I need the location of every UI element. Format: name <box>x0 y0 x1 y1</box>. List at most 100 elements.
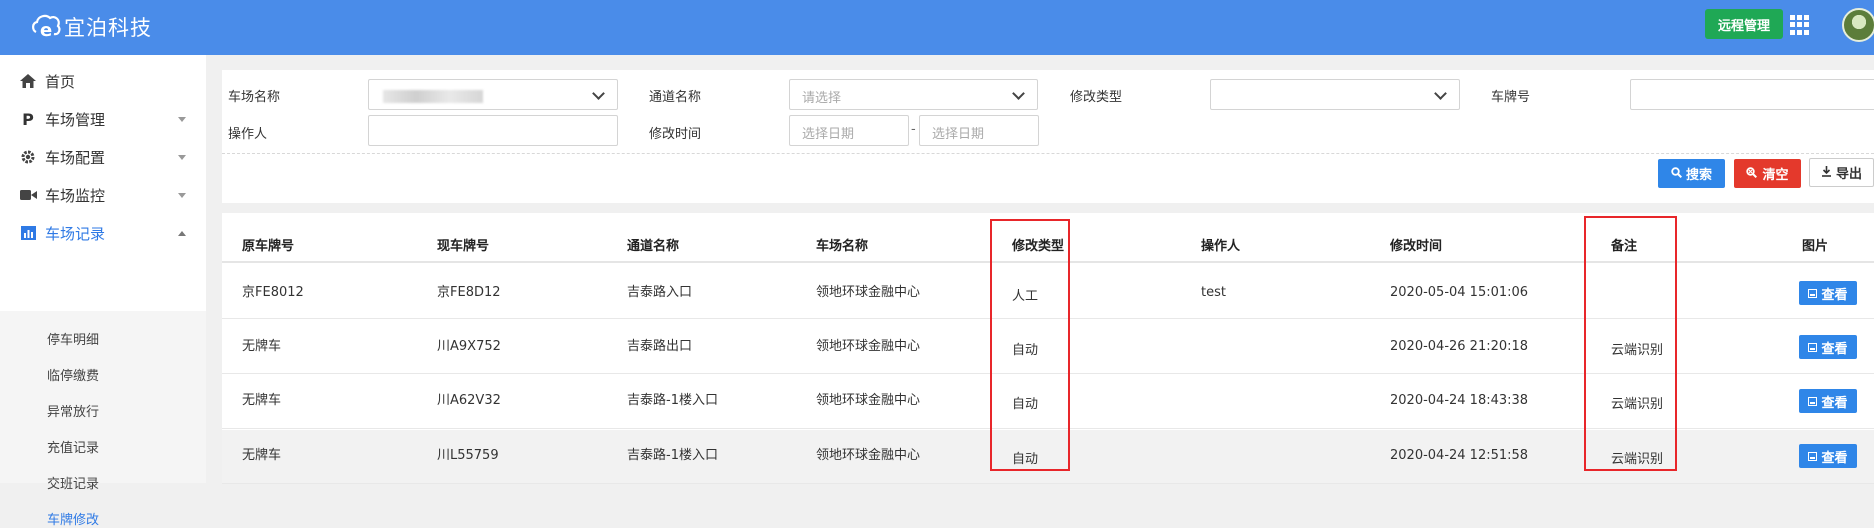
sidebar-item-label: 首页 <box>45 72 76 91</box>
date-range-separator: - <box>911 122 916 137</box>
sidebar-item-label: 车场监控 <box>45 186 106 205</box>
channel-name: 吉泰路入口 <box>627 285 693 300</box>
modify-time: 2020-04-24 18:43:38 <box>1390 393 1529 408</box>
original-plate: 无牌车 <box>242 339 282 354</box>
view-image-button[interactable]: 查看 <box>1799 389 1857 413</box>
chevron-down-icon <box>178 116 186 122</box>
sidebar-item-lot-monitor[interactable]: 车场监控 <box>0 176 206 214</box>
chevron-down-icon <box>592 87 605 100</box>
view-image-button[interactable]: 查看 <box>1799 335 1857 359</box>
search-icon <box>1671 166 1682 181</box>
brand-e-icon: e <box>32 14 61 41</box>
apps-grid-icon[interactable] <box>1790 15 1810 35</box>
column-header[interactable]: 原车牌号 <box>242 235 294 254</box>
brand-logo[interactable]: e 宜泊科技 <box>30 12 152 42</box>
operator: test <box>1201 285 1226 300</box>
bar-chart-icon <box>19 224 37 242</box>
download-icon <box>1821 165 1832 180</box>
sidebar-item-label: 车场管理 <box>45 110 106 129</box>
image-icon <box>1808 451 1818 461</box>
parking-icon: P <box>22 109 34 129</box>
date-start-placeholder: 选择日期 <box>802 127 855 142</box>
lot-name: 领地环球金融中心 <box>816 339 921 354</box>
channel-name: 吉泰路-1楼入口 <box>627 393 718 408</box>
search-button-label: 搜索 <box>1685 168 1712 183</box>
view-image-button[interactable]: 查看 <box>1799 281 1857 305</box>
image-icon <box>1808 342 1818 352</box>
chevron-down-icon <box>1012 87 1025 100</box>
sidebar-item-label: 车场记录 <box>45 224 106 243</box>
camera-icon <box>19 186 37 204</box>
sidebar-subitem-active[interactable]: 车牌修改 <box>47 509 99 528</box>
view-button-label: 查看 <box>1821 395 1848 411</box>
sidebar-item-home[interactable]: 首页 <box>0 62 206 100</box>
column-header[interactable]: 现车牌号 <box>437 235 489 254</box>
channel-label: 通道名称 <box>649 90 702 105</box>
highlight-box-modify-type <box>990 219 1070 471</box>
modify-time: 2020-04-26 21:20:18 <box>1390 339 1529 354</box>
chevron-down-icon <box>178 192 186 198</box>
parking-lot-label: 车场名称 <box>228 90 281 105</box>
highlight-box-note <box>1584 216 1677 471</box>
lot-name: 领地环球金融中心 <box>816 285 921 300</box>
column-header[interactable]: 修改时间 <box>1390 235 1442 254</box>
chevron-down-icon <box>178 154 186 160</box>
sidebar-subitem[interactable]: 充值记录 <box>47 437 99 456</box>
channel-name: 吉泰路出口 <box>627 339 693 354</box>
sidebar-subitem[interactable]: 异常放行 <box>47 401 99 420</box>
modify-type-select[interactable] <box>1210 79 1460 110</box>
remote-management-button[interactable]: 远程管理 <box>1705 9 1783 39</box>
current-plate: 川A62V32 <box>437 393 501 408</box>
column-header[interactable]: 操作人 <box>1201 235 1240 254</box>
parking-lot-select[interactable] <box>368 79 618 110</box>
date-end-input[interactable]: 选择日期 <box>919 115 1039 146</box>
date-end-placeholder: 选择日期 <box>932 127 985 142</box>
view-button-label: 查看 <box>1821 450 1848 466</box>
column-header[interactable]: 通道名称 <box>627 235 679 254</box>
clear-button[interactable]: 清空 <box>1734 159 1801 188</box>
sidebar-item-lot-records[interactable]: 车场记录 <box>0 214 206 252</box>
sidebar-item-label: 车场配置 <box>45 148 106 167</box>
sidebar-item-lot-config[interactable]: 车场配置 <box>0 138 206 176</box>
modify-type-label: 修改类型 <box>1070 90 1123 105</box>
home-icon <box>19 72 37 90</box>
modify-time: 2020-04-24 12:51:58 <box>1390 448 1529 463</box>
plate-label: 车牌号 <box>1491 90 1531 105</box>
divider <box>222 153 1874 154</box>
modify-time-label: 修改时间 <box>649 127 702 142</box>
sidebar-subitem[interactable]: 停车明细 <box>47 329 99 348</box>
original-plate: 无牌车 <box>242 448 282 463</box>
gear-icon <box>19 148 37 166</box>
plate-input[interactable] <box>1630 79 1874 110</box>
sidebar-submenu: 停车明细 临停缴费 异常放行 充值记录 交班记录 车牌修改 <box>0 311 206 528</box>
export-button[interactable]: 导出 <box>1809 158 1874 187</box>
svg-text:e: e <box>40 20 52 41</box>
current-plate: 川A9X752 <box>437 339 501 354</box>
channel-name: 吉泰路-1楼入口 <box>627 448 718 463</box>
sidebar: 首页 P 车场管理 车场配置 车场监控 车场记录 停车明细 临停缴费 异常放行 … <box>0 55 206 528</box>
search-button[interactable]: 搜索 <box>1658 159 1725 188</box>
view-image-button[interactable]: 查看 <box>1799 444 1857 468</box>
column-header[interactable]: 车场名称 <box>816 235 868 254</box>
sidebar-subitem[interactable]: 临停缴费 <box>47 365 99 384</box>
lot-name: 领地环球金融中心 <box>816 393 921 408</box>
channel-select[interactable]: 请选择 <box>789 79 1038 110</box>
export-button-label: 导出 <box>1835 167 1862 182</box>
view-button-label: 查看 <box>1821 341 1848 357</box>
clear-search-icon <box>1746 166 1758 181</box>
current-plate: 京FE8D12 <box>437 285 501 300</box>
operator-label: 操作人 <box>228 127 268 142</box>
clear-button-label: 清空 <box>1762 168 1789 183</box>
view-button-label: 查看 <box>1821 287 1848 303</box>
operator-input[interactable] <box>368 115 618 146</box>
original-plate: 京FE8012 <box>242 285 304 300</box>
original-plate: 无牌车 <box>242 393 282 408</box>
date-start-input[interactable]: 选择日期 <box>789 115 909 146</box>
image-icon <box>1808 396 1818 406</box>
chevron-up-icon <box>178 230 186 236</box>
lot-name: 领地环球金融中心 <box>816 448 921 463</box>
user-avatar[interactable] <box>1842 8 1874 42</box>
sidebar-item-lot-management[interactable]: P 车场管理 <box>0 100 206 138</box>
column-header[interactable]: 图片 <box>1802 235 1828 254</box>
top-bar: e 宜泊科技 远程管理 <box>0 0 1874 55</box>
